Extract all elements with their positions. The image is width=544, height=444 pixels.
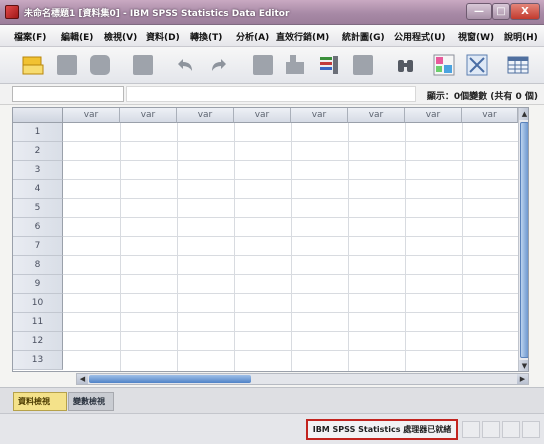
data-grid[interactable]: var var var var var var var var 1 2 3 4 …	[12, 107, 529, 372]
close-button[interactable]: X	[510, 3, 540, 20]
processor-status: IBM SPSS Statistics 處理器已就緒	[306, 419, 458, 440]
row-header[interactable]: 11	[13, 313, 63, 332]
split-file-icon[interactable]	[505, 52, 531, 78]
status-indicator	[502, 421, 520, 438]
status-indicator	[482, 421, 500, 438]
horizontal-scrollbar[interactable]: ◀ ▶	[76, 373, 529, 385]
grid-line	[63, 350, 518, 351]
save-icon[interactable]	[54, 52, 80, 78]
status-indicator	[522, 421, 540, 438]
toolbar	[0, 47, 544, 84]
maximize-button[interactable]: □	[492, 3, 510, 20]
menu-utilities[interactable]: 公用程式(U)	[394, 30, 446, 43]
grid-line	[63, 198, 518, 199]
minimize-button[interactable]: —	[466, 3, 492, 20]
menu-help[interactable]: 說明(H)	[504, 30, 538, 43]
grid-line	[63, 331, 518, 332]
column-header[interactable]: var	[462, 108, 518, 123]
variable-count-label: 顯示：0個變數 (共有 0 個)	[426, 92, 538, 102]
cell-reference-field[interactable]	[12, 86, 124, 102]
open-folder-icon[interactable]	[20, 52, 46, 78]
grid-line	[63, 312, 518, 313]
menu-analyze[interactable]: 分析(A)	[236, 30, 269, 43]
scroll-down-icon[interactable]: ▼	[519, 360, 528, 371]
menu-bar: 檔案(F) 編輯(E) 檢視(V) 資料(D) 轉換(T) 分析(A) 直效行銷…	[0, 25, 544, 47]
row-header[interactable]: 9	[13, 275, 63, 294]
column-header[interactable]: var	[405, 108, 462, 123]
row-header[interactable]: 6	[13, 218, 63, 237]
view-tabs: 資料檢視 變數檢視	[0, 387, 544, 413]
row-header[interactable]: 8	[13, 256, 63, 275]
grid-line	[63, 141, 518, 142]
undo-icon[interactable]	[172, 52, 198, 78]
grid-corner[interactable]	[13, 108, 63, 123]
window-title: 未命名標題1 [資料集0] - IBM SPSS Statistics Data…	[24, 9, 290, 19]
vertical-scroll-thumb[interactable]	[520, 122, 528, 358]
column-header[interactable]: var	[291, 108, 348, 123]
menu-edit[interactable]: 編輯(E)	[61, 30, 93, 43]
dialog-recall-icon[interactable]	[130, 52, 156, 78]
horizontal-scroll-thumb[interactable]	[89, 375, 251, 383]
menu-view[interactable]: 檢視(V)	[104, 30, 137, 43]
goto-case-icon[interactable]	[250, 52, 276, 78]
insert-variable-icon[interactable]	[464, 52, 490, 78]
column-header[interactable]: var	[177, 108, 234, 123]
menu-data[interactable]: 資料(D)	[146, 30, 180, 43]
row-header[interactable]: 12	[13, 332, 63, 351]
status-indicator	[462, 421, 480, 438]
grid-line	[63, 217, 518, 218]
tab-data-view[interactable]: 資料檢視	[13, 392, 67, 411]
grid-line	[63, 160, 518, 161]
row-header[interactable]: 13	[13, 351, 63, 370]
insert-cases-icon[interactable]	[431, 52, 457, 78]
cell-editor-bar: 顯示：0個變數 (共有 0 個)	[0, 84, 544, 105]
grid-line	[63, 255, 518, 256]
status-bar: IBM SPSS Statistics 處理器已就緒	[0, 413, 544, 444]
row-header[interactable]: 10	[13, 294, 63, 313]
run-descriptive-icon[interactable]	[350, 52, 376, 78]
goto-variable-icon[interactable]	[282, 52, 308, 78]
menu-graphs[interactable]: 統計圖(G)	[342, 30, 385, 43]
grid-line	[63, 179, 518, 180]
find-icon[interactable]	[393, 52, 419, 78]
redo-icon[interactable]	[206, 52, 232, 78]
row-header[interactable]: 3	[13, 161, 63, 180]
grid-line	[63, 293, 518, 294]
menu-window[interactable]: 視窗(W)	[458, 30, 494, 43]
tab-variable-view[interactable]: 變數檢視	[68, 392, 114, 411]
grid-line	[63, 236, 518, 237]
grid-line	[63, 274, 518, 275]
scroll-left-icon[interactable]: ◀	[77, 374, 88, 384]
menu-file[interactable]: 檔案(F)	[14, 30, 46, 43]
row-header[interactable]: 7	[13, 237, 63, 256]
menu-transform[interactable]: 轉換(T)	[190, 30, 222, 43]
vertical-scrollbar[interactable]: ▲ ▼	[518, 108, 528, 371]
column-header[interactable]: var	[120, 108, 177, 123]
row-header[interactable]: 1	[13, 123, 63, 142]
cell-value-field[interactable]	[126, 86, 416, 102]
column-header[interactable]: var	[63, 108, 120, 123]
row-header[interactable]: 5	[13, 199, 63, 218]
scroll-right-icon[interactable]: ▶	[517, 374, 528, 384]
title-bar: 未命名標題1 [資料集0] - IBM SPSS Statistics Data…	[0, 0, 544, 25]
row-header[interactable]: 4	[13, 180, 63, 199]
column-header[interactable]: var	[234, 108, 291, 123]
column-header[interactable]: var	[348, 108, 405, 123]
variables-icon[interactable]	[316, 52, 342, 78]
menu-direct-marketing[interactable]: 直效行銷(M)	[276, 30, 329, 43]
spss-app-icon	[5, 5, 19, 19]
row-header[interactable]: 2	[13, 142, 63, 161]
scroll-up-icon[interactable]: ▲	[519, 108, 528, 120]
print-icon[interactable]	[87, 52, 113, 78]
